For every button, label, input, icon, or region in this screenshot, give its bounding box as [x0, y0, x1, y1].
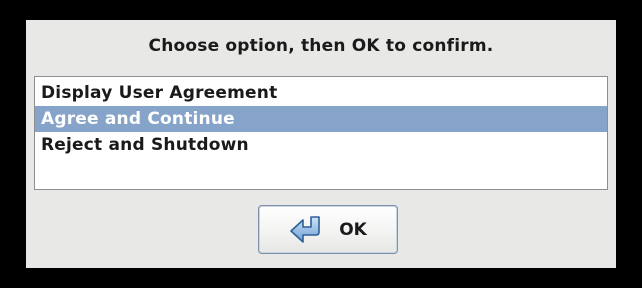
list-item-reject-and-shutdown[interactable]: Reject and Shutdown [35, 132, 607, 158]
options-listbox[interactable]: Display User Agreement Agree and Continu… [34, 76, 608, 190]
ok-button-label: OK [339, 219, 367, 240]
confirmation-dialog: Choose option, then OK to confirm. Displ… [26, 20, 616, 268]
dialog-prompt: Choose option, then OK to confirm. [148, 36, 494, 56]
list-item-agree-and-continue[interactable]: Agree and Continue [35, 106, 607, 132]
ok-button[interactable]: OK [258, 205, 398, 254]
list-item-display-user-agreement[interactable]: Display User Agreement [35, 80, 607, 106]
screen: Choose option, then OK to confirm. Displ… [0, 0, 642, 288]
return-arrow-icon [290, 215, 320, 243]
